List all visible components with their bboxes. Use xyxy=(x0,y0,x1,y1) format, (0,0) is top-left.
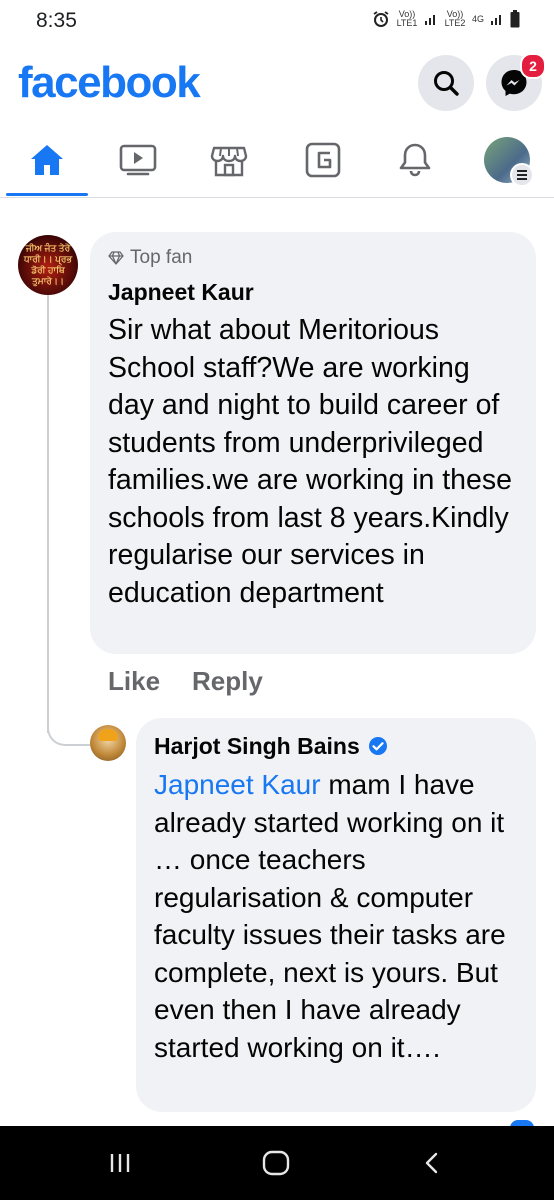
status-icons: Vo)) LTE1 Vo)) LTE2 4G xyxy=(372,10,520,28)
sim1-label: Vo)) LTE1 xyxy=(396,9,418,28)
status-bar: 8:35 Vo)) LTE1 Vo)) LTE2 4G xyxy=(0,0,554,42)
tab-watch[interactable] xyxy=(111,137,165,183)
search-button[interactable] xyxy=(418,55,474,111)
like-button[interactable]: Like xyxy=(108,666,160,697)
comment-text: Sir what about Meritorious School staff?… xyxy=(108,314,512,609)
reply-text: Japneet Kaur mam I have already started … xyxy=(154,766,524,1066)
top-fan-badge: Top fan xyxy=(108,246,520,270)
menu-icon xyxy=(510,163,534,187)
comment-bubble[interactable]: Top fan Japneet Kaur Sir what about Meri… xyxy=(90,232,536,654)
commenter-avatar[interactable]: ਜੀਅ ਜੰਤ ਤੇਰੇ ਧਾਰੀ।। ਪ੍ਰਭ ਡੋਰੀ ਹਾਥਿ ਤੁਮਾਰ… xyxy=(18,235,78,295)
home-nav-icon xyxy=(262,1150,290,1176)
recent-apps-icon xyxy=(110,1154,130,1172)
verified-icon xyxy=(368,737,387,755)
sim2-label: Vo)) LTE2 xyxy=(444,9,466,28)
tab-gaming[interactable] xyxy=(296,137,350,183)
tab-menu[interactable] xyxy=(480,137,534,187)
alarm-icon xyxy=(373,11,389,27)
mention-link[interactable]: Japneet Kaur xyxy=(154,769,321,800)
diamond-icon xyxy=(108,251,124,265)
reply-author[interactable]: Harjot Singh Bains xyxy=(154,732,360,760)
network-type: 4G xyxy=(471,13,484,24)
gaming-icon xyxy=(305,142,341,178)
avatar-text: ਜੀਅ ਜੰਤ ਤੇਰੇ ਧਾਰੀ।। ਪ੍ਰਭ ਡੋਰੀ ਹਾਥਿ ਤੁਮਾਰ… xyxy=(23,243,73,286)
messenger-badge: 2 xyxy=(520,53,546,79)
reply-author-row: Harjot Singh Bains xyxy=(154,732,524,760)
back-icon xyxy=(425,1152,438,1174)
home-nav-button[interactable] xyxy=(252,1146,300,1180)
store-icon xyxy=(210,146,248,177)
comment-author[interactable]: Japneet Kaur xyxy=(108,278,520,306)
thread-connector xyxy=(47,716,93,746)
bell-icon xyxy=(399,143,431,177)
battery-icon xyxy=(510,10,520,28)
active-tab-indicator xyxy=(6,193,88,196)
tab-notifications[interactable] xyxy=(388,137,442,183)
thread-line xyxy=(47,293,49,733)
messenger-button[interactable]: 2 xyxy=(486,53,546,111)
facebook-logo[interactable]: facebook xyxy=(18,58,201,108)
signal-icon-1 xyxy=(424,15,435,25)
tab-home[interactable] xyxy=(20,137,74,183)
system-nav-bar xyxy=(0,1126,554,1200)
tab-bar xyxy=(0,125,554,198)
top-fan-label: Top fan xyxy=(130,247,193,268)
reply-bubble[interactable]: Harjot Singh Bains Japneet Kaur mam I ha… xyxy=(136,718,536,1112)
back-button[interactable] xyxy=(408,1146,456,1180)
search-icon xyxy=(434,71,459,96)
avatar-turban xyxy=(98,729,118,741)
video-icon xyxy=(119,144,157,176)
recent-apps-button[interactable] xyxy=(96,1146,144,1180)
reply-button[interactable]: Reply xyxy=(192,666,263,697)
profile-avatar xyxy=(484,137,534,187)
reply-body: mam I have already started working on it… xyxy=(154,769,506,1063)
status-time: 8:35 xyxy=(36,9,77,32)
tab-marketplace[interactable] xyxy=(202,137,256,183)
home-icon xyxy=(31,145,63,175)
signal-icon-2 xyxy=(491,15,501,25)
replier-avatar[interactable] xyxy=(90,725,126,761)
comment-actions: Like Reply xyxy=(108,666,263,697)
